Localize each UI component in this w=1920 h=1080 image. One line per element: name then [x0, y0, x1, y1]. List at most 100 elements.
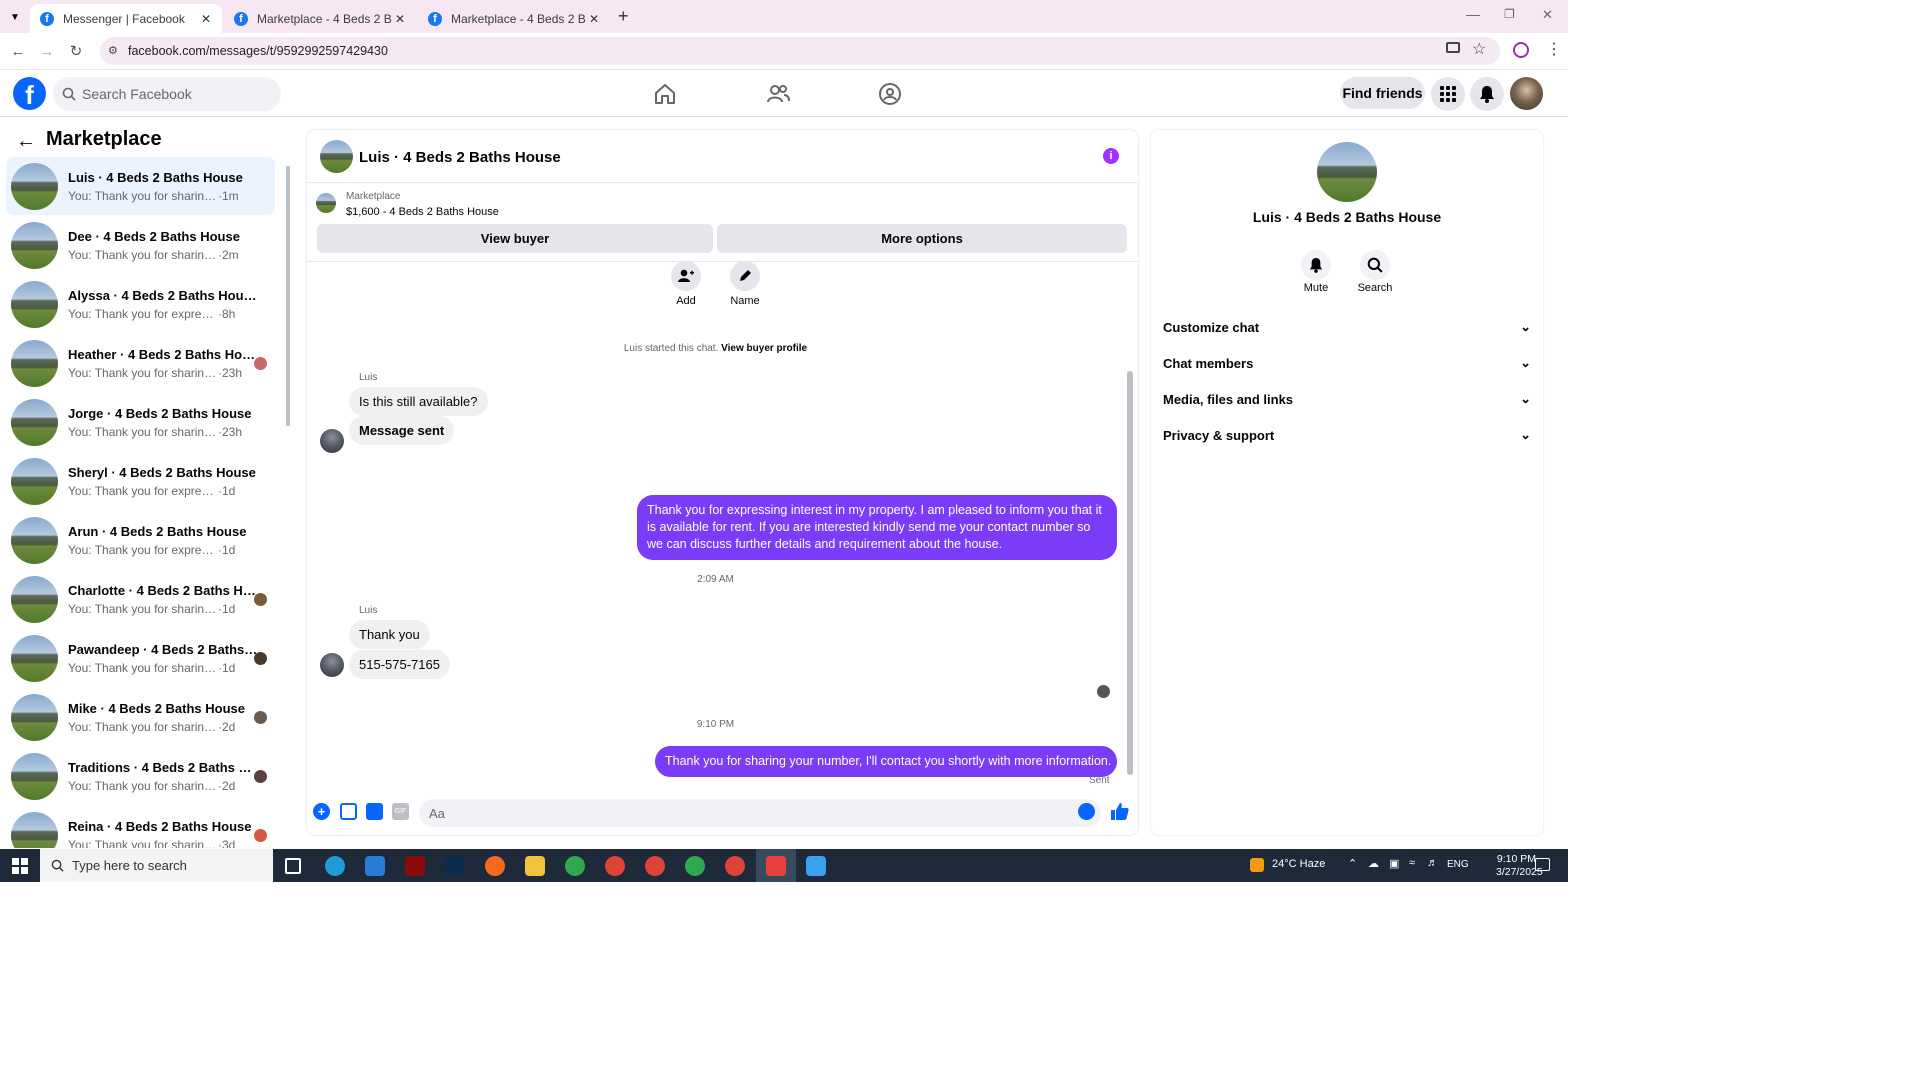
incoming-message[interactable]: 515-575-7165	[349, 650, 450, 679]
conversation-item[interactable]: Traditions · 4 Beds 2 Baths Ho... You: T…	[6, 747, 275, 805]
more-options-button[interactable]: More options	[717, 224, 1127, 253]
message-input[interactable]: Aa	[419, 799, 1101, 827]
incoming-message[interactable]: Thank you	[349, 620, 430, 649]
incoming-message[interactable]: Message sent	[349, 416, 455, 445]
minimize-icon[interactable]: —	[1466, 6, 1480, 22]
cloud-icon[interactable]: ☁	[1368, 857, 1379, 870]
search-facebook-input[interactable]: Search Facebook	[53, 77, 281, 111]
wifi-icon[interactable]: ≈	[1409, 857, 1415, 869]
listing-thumbnail	[11, 339, 58, 387]
weather-icon[interactable]	[1250, 858, 1264, 872]
home-icon[interactable]	[652, 81, 678, 107]
conversation-item[interactable]: Sheryl · 4 Beds 2 Baths House You: Thank…	[6, 452, 275, 510]
scrollbar-thumb[interactable]	[1127, 371, 1133, 775]
photo-icon[interactable]	[340, 803, 357, 820]
privacy-support-section[interactable]: Privacy & support ⌄	[1163, 418, 1531, 452]
customize-chat-section[interactable]: Customize chat ⌄	[1163, 310, 1531, 344]
language-indicator[interactable]: ENG	[1447, 859, 1469, 870]
windows-start-icon[interactable]	[12, 858, 28, 874]
bookmark-star-icon[interactable]: ☆	[1472, 39, 1486, 59]
gif-icon[interactable]: GIF	[392, 803, 409, 820]
conversation-item[interactable]: Dee · 4 Beds 2 Baths House You: Thank yo…	[6, 216, 275, 274]
photoshop-icon[interactable]	[445, 856, 465, 876]
taskbar-search-input[interactable]: Type here to search	[40, 849, 273, 882]
tab-messenger[interactable]: f Messenger | Facebook ✕	[30, 4, 222, 33]
notification-center-icon[interactable]	[1535, 858, 1550, 871]
speaker-icon[interactable]: ♬	[1427, 857, 1438, 869]
conversation-item[interactable]: Reina · 4 Beds 2 Baths House You: Thank …	[6, 806, 275, 848]
sticker-icon[interactable]	[366, 803, 383, 820]
conversation-item[interactable]: Luis · 4 Beds 2 Baths House You: Thank y…	[6, 157, 275, 215]
groups-icon[interactable]	[877, 81, 903, 107]
chrome-icon[interactable]	[685, 856, 705, 876]
restore-icon[interactable]: ❐	[1504, 7, 1515, 21]
chrome-icon[interactable]	[725, 856, 745, 876]
tab-search-icon[interactable]: ▼	[6, 8, 24, 26]
edge-icon[interactable]	[325, 856, 345, 876]
conversation-item[interactable]: Charlotte · 4 Beds 2 Baths Ho... You: Th…	[6, 570, 275, 628]
friends-icon[interactable]	[765, 81, 791, 107]
file-explorer-icon[interactable]	[525, 856, 545, 876]
message-scrollbar[interactable]	[1126, 263, 1134, 783]
new-tab-icon[interactable]: +	[618, 6, 629, 27]
view-buyer-button[interactable]: View buyer	[317, 224, 713, 253]
pinned-app-icon[interactable]	[766, 856, 786, 876]
forward-icon[interactable]: →	[37, 41, 57, 61]
store-icon[interactable]	[365, 856, 385, 876]
media-files-links-section[interactable]: Media, files and links ⌄	[1163, 382, 1531, 416]
menu-grid-button[interactable]	[1431, 77, 1465, 111]
chat-members-section[interactable]: Chat members ⌄	[1163, 346, 1531, 380]
conversation-item[interactable]: Mike · 4 Beds 2 Baths House You: Thank y…	[6, 688, 275, 746]
account-avatar[interactable]	[1510, 77, 1543, 110]
address-bar[interactable]: ⚙ facebook.com/messages/t/95929925974294…	[100, 37, 1500, 65]
conversation-item[interactable]: Pawandeep · 4 Beds 2 Baths H... You: Tha…	[6, 629, 275, 687]
facebook-logo-icon[interactable]: f	[13, 77, 46, 110]
tab-marketplace-2[interactable]: f Marketplace - 4 Beds 2 Baths H ✕	[418, 4, 610, 33]
chat-thumbnail[interactable]	[320, 140, 353, 173]
weather-text[interactable]: 24°C Haze	[1272, 858, 1325, 870]
chevron-up-icon[interactable]: ⌃	[1348, 857, 1357, 870]
view-buyer-profile-link[interactable]: View buyer profile	[721, 343, 807, 354]
profile-icon[interactable]	[1513, 42, 1529, 58]
like-thumb-icon[interactable]	[1110, 802, 1129, 821]
notifications-button[interactable]	[1470, 77, 1504, 111]
scrollbar-thumb[interactable]	[286, 166, 290, 426]
close-tab-icon[interactable]: ✕	[392, 12, 408, 26]
outgoing-message[interactable]: Thank you for sharing your number, I'll …	[655, 746, 1117, 777]
chat-title[interactable]: Luis · 4 Beds 2 Baths House	[359, 149, 561, 166]
conversation-item[interactable]: Alyssa · 4 Beds 2 Baths House You: Thank…	[6, 275, 275, 333]
illustrator-icon[interactable]	[405, 856, 425, 876]
chat-list-scrollbar[interactable]	[284, 160, 292, 848]
site-info-icon[interactable]: ⚙	[108, 44, 118, 57]
close-tab-icon[interactable]: ✕	[586, 12, 602, 26]
add-person-button[interactable]	[671, 261, 701, 291]
close-window-icon[interactable]: ✕	[1542, 7, 1553, 23]
back-arrow-icon[interactable]: ←	[16, 130, 36, 153]
firefox-icon[interactable]	[485, 856, 505, 876]
edit-name-button[interactable]	[730, 261, 760, 291]
photos-icon[interactable]	[806, 856, 826, 876]
conversation-item[interactable]: Arun · 4 Beds 2 Baths House You: Thank y…	[6, 511, 275, 569]
find-friends-button[interactable]: Find friends	[1340, 77, 1425, 109]
back-icon[interactable]: ←	[8, 41, 28, 61]
search-chat-button[interactable]	[1360, 250, 1390, 280]
emoji-icon[interactable]	[1078, 803, 1095, 820]
outgoing-message[interactable]: Thank you for expressing interest in my …	[637, 495, 1117, 560]
chrome-icon[interactable]	[605, 856, 625, 876]
chrome-icon[interactable]	[565, 856, 585, 876]
mute-button[interactable]	[1301, 250, 1331, 280]
meet-icon[interactable]: ▣	[1389, 857, 1399, 870]
conversation-item[interactable]: Jorge · 4 Beds 2 Baths House You: Thank …	[6, 393, 275, 451]
plus-icon[interactable]: +	[313, 803, 330, 820]
tab-marketplace-1[interactable]: f Marketplace - 4 Beds 2 Baths H ✕	[224, 4, 416, 33]
conversation-item[interactable]: Heather · 4 Beds 2 Baths House You: Than…	[6, 334, 275, 392]
browser-menu-icon[interactable]: ⋮	[1546, 39, 1562, 59]
task-view-icon[interactable]	[285, 858, 301, 874]
install-app-icon[interactable]	[1446, 42, 1460, 53]
close-tab-icon[interactable]: ✕	[198, 12, 214, 26]
reload-icon[interactable]: ↻	[66, 41, 86, 61]
info-icon[interactable]: i	[1103, 148, 1119, 164]
chrome-icon[interactable]	[645, 856, 665, 876]
incoming-message[interactable]: Is this still available?	[349, 387, 488, 416]
system-clock[interactable]: 9:10 PM 3/27/2025	[1496, 853, 1543, 879]
